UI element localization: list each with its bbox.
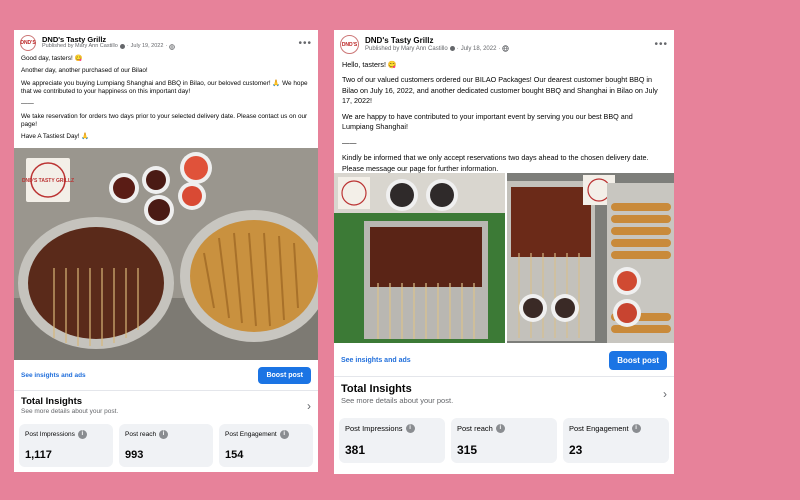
- info-icon[interactable]: i: [495, 424, 505, 433]
- post-paragraph: We appreciate you buying Lumpiang Shangh…: [21, 79, 308, 95]
- stat-post-engagement: Post Engagement i 23: [563, 418, 669, 463]
- post-paragraph: ——: [21, 100, 34, 108]
- separator: ·: [165, 43, 168, 50]
- separator: ·: [126, 43, 129, 50]
- stat-label-row: Post Impressions i: [345, 424, 439, 433]
- stat-post-impressions: Post Impressions i 1,117: [19, 424, 113, 467]
- photo-logo-text: DND'S TASTY GRILLZ: [22, 178, 74, 184]
- info-icon: [449, 46, 455, 52]
- published-by: Published by Mary Ann Castillo: [365, 45, 448, 52]
- post-photo[interactable]: [507, 173, 674, 343]
- stat-label: Post Impressions: [25, 431, 75, 438]
- post-paragraph: Hello, tasters! 😋: [342, 60, 397, 69]
- post-meta: Published by Mary Ann Castillo · July 19…: [42, 43, 298, 50]
- post-paragraph: We are happy to have contributed to your…: [342, 111, 633, 132]
- post-date[interactable]: July 18, 2022: [461, 46, 497, 52]
- stat-label-row: Post Engagement i: [225, 430, 307, 439]
- post-actions: See insights and ads Boost post: [334, 348, 674, 372]
- stats-row: Post Impressions i 381 Post reach i 315 Po…: [334, 418, 674, 463]
- post-photo-grid: [334, 173, 674, 343]
- total-insights-text: Total Insights See more details about yo…: [21, 396, 118, 415]
- stat-value: 154: [225, 449, 244, 461]
- stat-label: Post Impressions: [345, 424, 403, 433]
- post-body: Hello, tasters! 😋 Two of our valued cust…: [334, 54, 674, 174]
- globe-icon: [502, 45, 510, 52]
- post-actions: See insights and ads Boost post: [14, 364, 318, 386]
- post-paragraph: We take reservation for orders two days …: [21, 112, 308, 128]
- post-date[interactable]: July 19, 2022: [131, 43, 164, 50]
- post-paragraph: Have A Tastiest Day! 🙏: [21, 133, 90, 141]
- post-photo[interactable]: [334, 173, 505, 343]
- food-photo-illustration: [507, 173, 674, 343]
- page-avatar[interactable]: DND'S: [340, 35, 359, 54]
- post-paragraph: Two of our valued customers ordered our …: [342, 75, 658, 106]
- post-paragraph: Another day, another purchased of our Bi…: [21, 67, 148, 75]
- total-insights-title: Total Insights: [341, 382, 412, 395]
- post-body: Good day, tasters! 😋 Another day, anothe…: [14, 51, 318, 142]
- info-icon: [119, 44, 125, 50]
- stats-row: Post Impressions i 1,117 Post reach i 993 …: [14, 424, 318, 467]
- info-icon[interactable]: i: [159, 430, 169, 439]
- stat-label: Post reach: [457, 424, 493, 433]
- total-insights[interactable]: Total Insights See more details about yo…: [334, 376, 674, 410]
- stat-label-row: Post Engagement i: [569, 424, 663, 433]
- stat-post-reach: Post reach i 993: [119, 424, 213, 467]
- total-insights-subtitle: See more details about your post.: [21, 408, 119, 415]
- chevron-right-icon[interactable]: ›: [307, 399, 311, 413]
- stat-label-row: Post reach i: [125, 430, 207, 439]
- published-by: Published by Mary Ann Castillo: [42, 43, 118, 50]
- post-card-1: DND'S DND's Tasty Grillz Published by Ma…: [14, 30, 318, 472]
- stat-label: Post Engagement: [225, 431, 277, 438]
- post-header: DND'S DND's Tasty Grillz Published by Ma…: [14, 30, 318, 51]
- chevron-right-icon[interactable]: ›: [663, 387, 667, 401]
- avatar-text: DND'S: [20, 40, 36, 46]
- post-card-2: DND'S DND's Tasty Grillz Published by Ma…: [334, 30, 674, 474]
- total-insights-title: Total Insights: [21, 396, 83, 407]
- info-icon[interactable]: i: [77, 430, 87, 439]
- info-icon[interactable]: i: [631, 424, 641, 433]
- see-insights-link[interactable]: See insights and ads: [341, 357, 411, 364]
- stat-value: 381: [345, 443, 366, 457]
- post-paragraph: Kindly be informed that we only accept r…: [342, 153, 649, 173]
- post-header: DND'S DND's Tasty Grillz Published by Ma…: [334, 30, 674, 54]
- boost-post-button[interactable]: Boost post: [258, 366, 311, 384]
- post-paragraph: ——: [342, 137, 357, 147]
- info-icon[interactable]: i: [279, 430, 289, 439]
- see-insights-link[interactable]: See insights and ads: [21, 372, 86, 379]
- total-insights[interactable]: Total Insights See more details about yo…: [14, 390, 318, 420]
- stat-post-engagement: Post Engagement i 154: [219, 424, 313, 467]
- header-text: DND's Tasty Grillz Published by Mary Ann…: [365, 36, 654, 52]
- total-insights-subtitle: See more details about your post.: [341, 395, 454, 405]
- stat-value: 1,117: [25, 449, 52, 461]
- stat-label-row: Post reach i: [457, 424, 551, 433]
- food-photo-illustration: [334, 173, 505, 343]
- page-name[interactable]: DND's Tasty Grillz: [365, 36, 654, 45]
- post-photo[interactable]: DND'S TASTY GRILLZ: [14, 148, 318, 360]
- stat-value: 993: [125, 449, 144, 461]
- stat-label: Post reach: [125, 431, 157, 438]
- boost-post-button[interactable]: Boost post: [609, 350, 667, 370]
- globe-icon: [169, 44, 175, 50]
- stat-value: 315: [457, 443, 478, 457]
- info-icon[interactable]: i: [405, 424, 415, 433]
- separator: ·: [498, 45, 501, 52]
- more-options-icon[interactable]: •••: [298, 38, 312, 49]
- stat-value: 23: [569, 443, 583, 457]
- post-meta: Published by Mary Ann Castillo · July 18…: [365, 45, 654, 52]
- separator: ·: [456, 45, 459, 52]
- stat-label: Post Engagement: [569, 424, 629, 433]
- food-photo-illustration: DND'S TASTY GRILLZ: [14, 148, 318, 360]
- more-options-icon[interactable]: •••: [654, 39, 668, 50]
- header-text: DND's Tasty Grillz Published by Mary Ann…: [42, 36, 298, 50]
- avatar-text: DND'S: [341, 41, 358, 48]
- stat-label-row: Post Impressions i: [25, 430, 107, 439]
- page-avatar[interactable]: DND'S: [20, 35, 36, 51]
- stat-post-reach: Post reach i 315: [451, 418, 557, 463]
- stat-post-impressions: Post Impressions i 381: [339, 418, 445, 463]
- total-insights-text: Total Insights See more details about yo…: [341, 383, 453, 405]
- post-paragraph: Good day, tasters! 😋: [21, 55, 83, 62]
